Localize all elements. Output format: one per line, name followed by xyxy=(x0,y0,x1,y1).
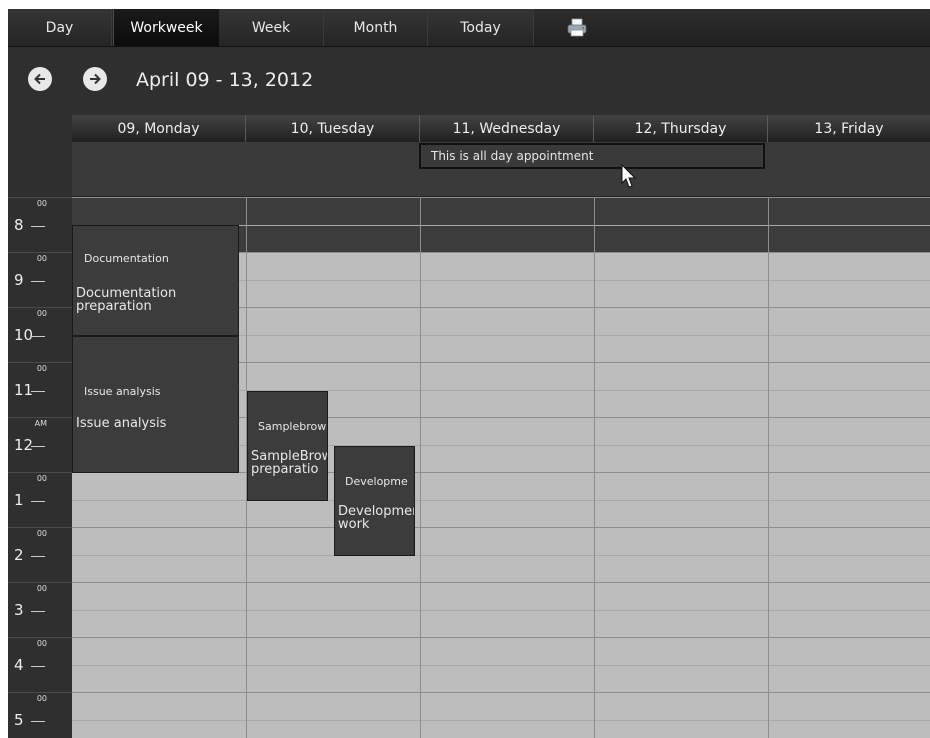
hour-label: 00 10 xyxy=(8,307,72,362)
hour-label: 00 9 xyxy=(8,252,72,307)
appointment-documentation[interactable]: Documentation Documentation preparation xyxy=(72,225,239,336)
arrow-right-icon[interactable] xyxy=(83,67,107,91)
today-button[interactable]: Today xyxy=(428,9,534,46)
day-header-monday[interactable]: 09, Monday xyxy=(72,115,246,142)
grid-line xyxy=(72,500,930,501)
appointment-samplebrowser[interactable]: Samplebrow SampleBrow preparatio xyxy=(247,391,328,501)
appointment-body: Developmer work xyxy=(338,504,415,532)
hour-label: 00 3 xyxy=(8,582,72,637)
printer-icon[interactable] xyxy=(566,18,588,38)
hour-label: 00 2 xyxy=(8,527,72,582)
view-toolbar: Day Workweek Week Month Today xyxy=(8,9,930,47)
appointment-subject: Issue analysis xyxy=(84,385,161,398)
navigation-row: April 09 - 13, 2012 xyxy=(8,47,930,115)
grid-line xyxy=(72,692,930,693)
workweek-view-button[interactable]: Workweek xyxy=(113,9,220,46)
appointment-body: SampleBrow preparatio xyxy=(251,449,328,477)
hour-label: 00 8 xyxy=(8,197,72,252)
day-header-friday[interactable]: 13, Friday xyxy=(768,115,930,142)
day-view-button[interactable]: Day xyxy=(8,9,112,46)
all-day-appointment[interactable]: This is all day appointment xyxy=(419,143,765,169)
grid-line xyxy=(72,555,930,556)
day-separator xyxy=(420,197,421,738)
day-separator xyxy=(768,197,769,738)
appointment-issue-analysis[interactable]: Issue analysis Issue analysis xyxy=(72,336,239,473)
week-view-button[interactable]: Week xyxy=(219,9,324,46)
hour-label: 00 11 xyxy=(8,362,72,417)
appointment-body: Documentation preparation xyxy=(76,286,177,314)
grid-line xyxy=(72,582,930,583)
day-header-wednesday[interactable]: 11, Wednesday xyxy=(420,115,594,142)
appointment-subject: Developme xyxy=(345,475,408,488)
day-header-thursday[interactable]: 12, Thursday xyxy=(594,115,768,142)
day-header-tuesday[interactable]: 10, Tuesday xyxy=(246,115,420,142)
scheduler: Day Workweek Week Month Today April 09 -… xyxy=(8,9,930,738)
grid-line xyxy=(72,527,930,528)
month-view-button[interactable]: Month xyxy=(324,9,428,46)
mouse-cursor-icon xyxy=(621,164,637,188)
grid-line xyxy=(72,637,930,638)
date-range-title: April 09 - 13, 2012 xyxy=(136,69,314,91)
hour-label: 00 4 xyxy=(8,637,72,692)
appointment-development[interactable]: Developme Developmer work xyxy=(334,446,415,556)
grid-line xyxy=(72,665,930,666)
appointment-subject: Documentation xyxy=(84,252,169,265)
grid-line xyxy=(72,197,930,198)
day-separator xyxy=(594,197,595,738)
arrow-left-icon[interactable] xyxy=(28,67,52,91)
hour-label: 00 1 xyxy=(8,472,72,527)
appointment-body: Issue analysis xyxy=(76,416,167,431)
grid-line xyxy=(72,720,930,721)
appointment-subject: Samplebrow xyxy=(258,420,327,433)
hour-label: AM 12 xyxy=(8,417,72,472)
hour-label: 00 5 xyxy=(8,692,72,738)
grid-line xyxy=(72,610,930,611)
time-column: 00 8 00 9 00 10 00 11 AM 12 00 1 00 2 00 3 00 4 0… xyxy=(8,197,72,738)
